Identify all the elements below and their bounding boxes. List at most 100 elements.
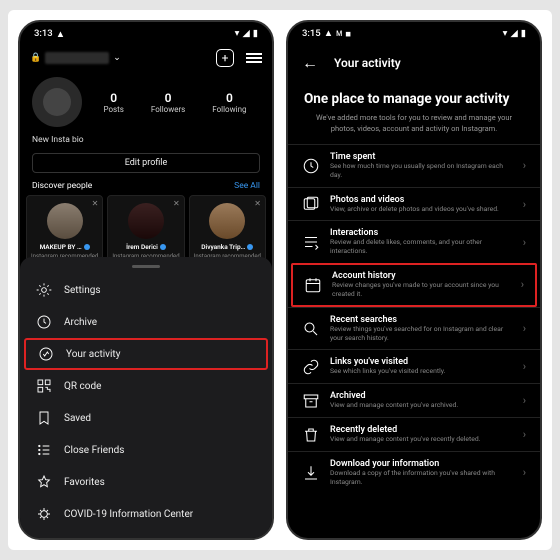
menu-label: COVID-19 Information Center: [64, 509, 193, 520]
chevron-right-icon: ›: [523, 428, 526, 441]
qr-icon: [36, 378, 52, 394]
verified-icon: [247, 244, 253, 250]
status-time: 3:15: [302, 28, 321, 39]
menu-item-archive[interactable]: Archive: [20, 306, 272, 338]
username-dropdown[interactable]: 🔒 ⌄: [30, 52, 121, 64]
item-title: Account history: [332, 271, 511, 281]
lock-icon: 🔒: [30, 53, 41, 63]
activity-item-links-you-ve-visited[interactable]: Links you've visited See which links you…: [288, 349, 540, 383]
activity-item-archived[interactable]: Archived View and manage content you've …: [288, 383, 540, 417]
menu-button[interactable]: [246, 51, 262, 66]
phone-left: 3:13 ▲ ▾ ◢ ▮ 🔒 ⌄ + 0 Posts: [18, 20, 274, 540]
menu-label: Your activity: [66, 349, 120, 360]
menu-label: Settings: [64, 285, 101, 296]
trash-icon: [302, 426, 320, 444]
bookmark-icon: [36, 410, 52, 426]
activity-item-download-your-information[interactable]: Download your information Download a cop…: [288, 451, 540, 494]
stat-number: 0: [103, 91, 123, 105]
username-redacted: [45, 52, 109, 64]
activity-item-recent-searches[interactable]: Recent searches Review things you've sea…: [288, 307, 540, 350]
menu-item-favorites[interactable]: Favorites: [20, 466, 272, 498]
menu-item-qr-code[interactable]: QR code: [20, 370, 272, 402]
app-icon: ◼: [345, 30, 351, 38]
item-title: Recent searches: [330, 315, 513, 325]
chevron-right-icon: ›: [523, 159, 526, 172]
wifi-icon: ▾: [235, 28, 240, 39]
menu-item-covid-information-center[interactable]: COVID-19 Information Center: [20, 498, 272, 530]
phone-right: 3:15 ▲ M ◼ ▾ ◢ ▮ ← Your activity One pla…: [286, 20, 542, 540]
stat-number: 0: [151, 91, 185, 105]
menu-item-your-activity[interactable]: Your activity: [24, 338, 268, 370]
suggestion-name: MAKEUP BY …: [30, 243, 99, 251]
menu-item-saved[interactable]: Saved: [20, 402, 272, 434]
item-desc: See which links you've visited recently.: [330, 367, 513, 376]
stat[interactable]: 0 Followers: [151, 91, 185, 114]
profile-header: 🔒 ⌄ +: [20, 43, 272, 73]
status-time: 3:13: [34, 28, 53, 39]
chevron-down-icon: ⌄: [113, 53, 121, 63]
media-icon: [302, 195, 320, 213]
item-desc: Review changes you've made to your accou…: [332, 281, 511, 299]
cal-icon: [304, 276, 322, 294]
item-desc: View and manage content you've recently …: [330, 435, 513, 444]
archive-icon: [302, 392, 320, 410]
item-desc: Download a copy of the information you'v…: [330, 469, 513, 487]
statusbar: 3:15 ▲ M ◼ ▾ ◢ ▮: [288, 22, 540, 43]
activity-icon: [38, 346, 54, 362]
item-title: Recently deleted: [330, 425, 513, 435]
clock-icon: [36, 314, 52, 330]
avatar[interactable]: [32, 77, 82, 127]
back-button[interactable]: ←: [302, 53, 318, 73]
search-icon: [302, 320, 320, 338]
bottom-sheet: Settings Archive Your activity QR code S…: [20, 257, 272, 538]
activity-item-time-spent[interactable]: Time spent See how much time you usually…: [288, 144, 540, 187]
hero-title: One place to manage your activity: [304, 91, 524, 107]
close-icon[interactable]: ✕: [173, 199, 180, 208]
item-title: Time spent: [330, 152, 513, 162]
wifi-icon: ▾: [503, 28, 508, 39]
signal-icon: ◢: [242, 28, 249, 39]
warning-icon: ▲: [56, 29, 66, 39]
star-icon: [36, 474, 52, 490]
stat[interactable]: 0 Posts: [103, 91, 123, 114]
menu-label: QR code: [64, 381, 101, 392]
see-all-link[interactable]: See All: [234, 181, 260, 191]
battery-icon: ▮: [253, 28, 258, 39]
item-desc: Review things you've searched for on Ins…: [330, 325, 513, 343]
activity-item-interactions[interactable]: Interactions Review and delete likes, co…: [288, 220, 540, 263]
activity-item-recently-deleted[interactable]: Recently deleted View and manage content…: [288, 417, 540, 451]
sheet-grab-handle[interactable]: [132, 265, 160, 268]
suggestion-avatar[interactable]: [128, 203, 164, 239]
item-title: Photos and videos: [330, 195, 513, 205]
menu-label: Favorites: [64, 477, 105, 488]
activity-item-account-history[interactable]: Account history Review changes you've ma…: [291, 263, 537, 307]
menu-item-close-friends[interactable]: Close Friends: [20, 434, 272, 466]
time-icon: [302, 157, 320, 175]
chevron-right-icon: ›: [523, 322, 526, 335]
stat-number: 0: [212, 91, 246, 105]
chevron-right-icon: ›: [521, 278, 524, 291]
gear-icon: [36, 282, 52, 298]
menu-item-settings[interactable]: Settings: [20, 274, 272, 306]
stat-label: Posts: [103, 105, 123, 114]
suggestion-avatar[interactable]: [209, 203, 245, 239]
close-icon[interactable]: ✕: [92, 199, 99, 208]
menu-label: Close Friends: [64, 445, 124, 456]
verified-icon: [160, 244, 166, 250]
link-icon: [302, 358, 320, 376]
stat-label: Followers: [151, 105, 185, 114]
item-desc: View, archive or delete photos and video…: [330, 205, 513, 214]
battery-icon: ▮: [521, 28, 526, 39]
suggestion-avatar[interactable]: [47, 203, 83, 239]
stat[interactable]: 0 Following: [212, 91, 246, 114]
download-icon: [302, 464, 320, 482]
menu-label: Saved: [64, 413, 91, 424]
chevron-right-icon: ›: [523, 198, 526, 211]
create-button[interactable]: +: [216, 49, 234, 67]
item-desc: View and manage content you've archived.: [330, 401, 513, 410]
list-icon: [36, 442, 52, 458]
edit-profile-button[interactable]: Edit profile: [32, 153, 260, 173]
app-icon: M: [336, 30, 342, 38]
activity-item-photos-and-videos[interactable]: Photos and videos View, archive or delet…: [288, 187, 540, 221]
close-icon[interactable]: ✕: [254, 199, 261, 208]
